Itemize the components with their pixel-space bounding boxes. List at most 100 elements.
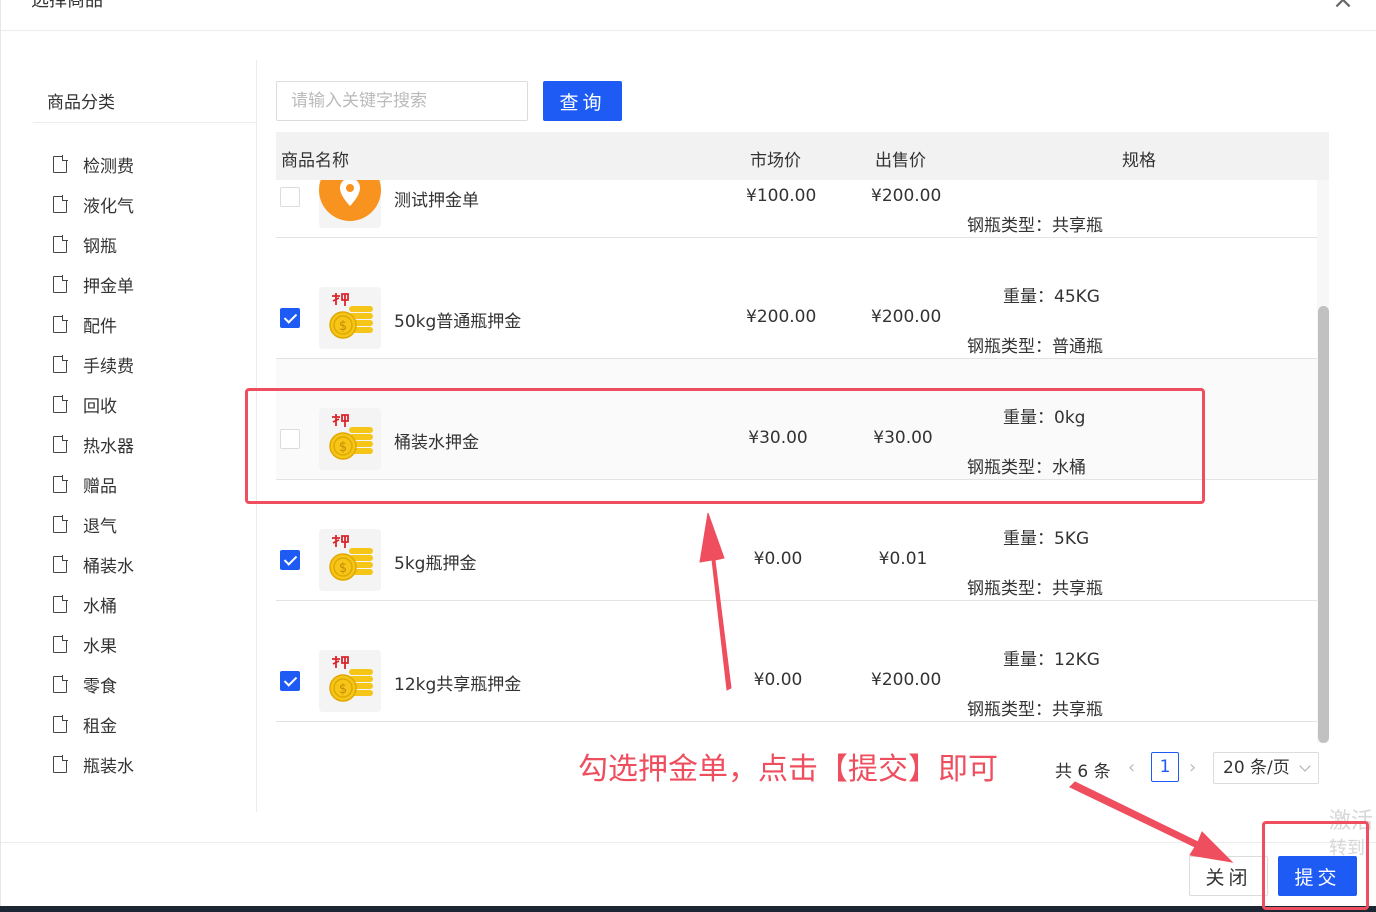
category-item[interactable]: 钢瓶 [53,224,134,264]
annotation-highlight-row [245,388,1205,504]
category-item-label: 退气 [83,516,117,537]
dialog-title: 选择商品 [31,0,103,11]
spec-weight: 重量：45KG [1003,287,1100,307]
file-icon [53,514,68,533]
row-checkbox[interactable] [280,187,300,207]
file-icon [53,674,68,693]
file-icon [53,714,68,733]
product-name: 50kg普通瓶押金 [394,312,522,332]
header-sale-price: 出售价 [875,151,926,171]
file-icon [53,594,68,613]
category-item[interactable]: 零食 [53,664,134,704]
category-title: 商品分类 [47,93,115,113]
product-name: 12kg共享瓶押金 [394,675,522,695]
category-item[interactable]: 租金 [53,704,134,744]
deposit-coins-icon: $ [329,535,373,581]
file-icon [53,274,68,293]
close-icon[interactable]: × [1331,0,1355,14]
spec-weight: 重量：5KG [1003,529,1090,549]
title-divider [1,30,1376,31]
chevron-down-icon [1299,760,1311,772]
table-row[interactable]: $12kg共享瓶押金 ¥0.00 ¥200.00 重量：12KG 钢瓶类型：共享瓶 [276,601,1317,722]
header-spec: 规格 [1122,151,1156,171]
search-input[interactable] [276,81,528,121]
svg-text:$: $ [339,561,347,576]
category-divider [33,122,257,123]
category-item[interactable]: 水桶 [53,584,134,624]
table-header: 商品名称 市场价 出售价 规格 [276,132,1329,180]
market-price: ¥200.00 [746,307,817,327]
category-item[interactable]: 退气 [53,504,134,544]
category-item[interactable]: 手续费 [53,344,134,384]
table-row[interactable]: 测试押金单 ¥100.00 ¥200.00 钢瓶类型：共享瓶 [276,180,1317,238]
category-item-label: 液化气 [83,196,134,217]
file-icon [53,314,68,333]
file-icon [53,634,68,653]
category-item-label: 赠品 [83,476,117,497]
category-item-label: 配件 [83,316,117,337]
spec-weight: 重量：12KG [1003,650,1100,670]
category-item-label: 租金 [83,716,117,737]
category-item[interactable]: 热水器 [53,424,134,464]
svg-text:$: $ [339,682,347,697]
spec-cylinder-type: 钢瓶类型：共享瓶 [967,700,1103,720]
page-size-select[interactable]: 20 条/页 [1213,752,1319,784]
category-item[interactable]: 回收 [53,384,134,424]
table-row[interactable]: $50kg普通瓶押金 ¥200.00 ¥200.00 重量：45KG 钢瓶类型：普通瓶 [276,238,1317,359]
scrollbar-thumb[interactable] [1318,306,1329,743]
category-item[interactable]: 检测费 [53,144,134,184]
spec-cylinder-type: 钢瓶类型：共享瓶 [967,579,1103,599]
spec-cylinder-type: 钢瓶类型：共享瓶 [967,216,1103,236]
product-thumbnail: $ [319,529,381,591]
file-icon [53,754,68,773]
category-item-label: 瓶装水 [83,756,134,777]
product-name: 5kg瓶押金 [394,554,477,574]
product-thumbnail: $ [319,650,381,712]
market-price: ¥100.00 [746,186,817,206]
annotation-text: 勾选押金单，点击【提交】即可 [578,752,998,787]
category-list: 检测费液化气钢瓶押金单配件手续费 回收 热水器赠品退气桶装水水桶水果零食租金瓶装水 [53,144,134,784]
spec-cylinder-type: 钢瓶类型：普通瓶 [967,337,1103,357]
file-icon [53,474,68,493]
row-checkbox[interactable] [280,671,300,691]
file-icon [53,154,68,173]
file-icon [53,434,68,453]
category-item-label: 检测费 [83,156,134,177]
category-item[interactable]: 配件 [53,304,134,344]
next-page-icon[interactable]: › [1189,757,1196,789]
category-item[interactable]: 水果 [53,624,134,664]
file-icon [53,234,68,253]
category-panel: 商品分类 检测费液化气钢瓶押金单配件手续费 回收 热水器赠品退气桶装水水桶水果零食租… [33,60,257,812]
file-icon [53,554,68,573]
file-icon [53,394,68,413]
category-item-label: 桶装水 [83,556,134,577]
category-item[interactable]: 液化气 [53,184,134,224]
page-size-label: 20 条/页 [1223,758,1290,778]
taskbar-strip [0,906,1376,912]
page-number[interactable]: 1 [1151,752,1179,782]
footer-divider [1,842,1376,843]
category-item-label: 零食 [83,676,117,697]
svg-text:$: $ [339,319,347,334]
annotation-highlight-submit [1262,821,1369,910]
location-pin-icon [319,180,381,221]
deposit-coins-icon: $ [329,293,373,339]
product-thumbnail [319,180,381,228]
product-thumbnail: $ [319,287,381,349]
category-item[interactable]: 瓶装水 [53,744,134,784]
category-item-label: 钢瓶 [83,236,117,257]
category-item[interactable]: 桶装水 [53,544,134,584]
prev-page-icon[interactable]: ‹ [1128,757,1135,789]
category-item-label: 水果 [83,636,117,657]
file-icon [53,194,68,213]
search-button[interactable]: 查询 [543,81,622,121]
deposit-coins-icon: $ [329,656,373,702]
row-checkbox[interactable] [280,308,300,328]
row-checkbox[interactable] [280,550,300,570]
sale-price: ¥200.00 [871,670,942,690]
sale-price: ¥200.00 [871,307,942,327]
close-button[interactable]: 关闭 [1189,856,1268,896]
category-item[interactable]: 赠品 [53,464,134,504]
category-item-label: 押金单 [83,276,134,297]
category-item[interactable]: 押金单 [53,264,134,304]
